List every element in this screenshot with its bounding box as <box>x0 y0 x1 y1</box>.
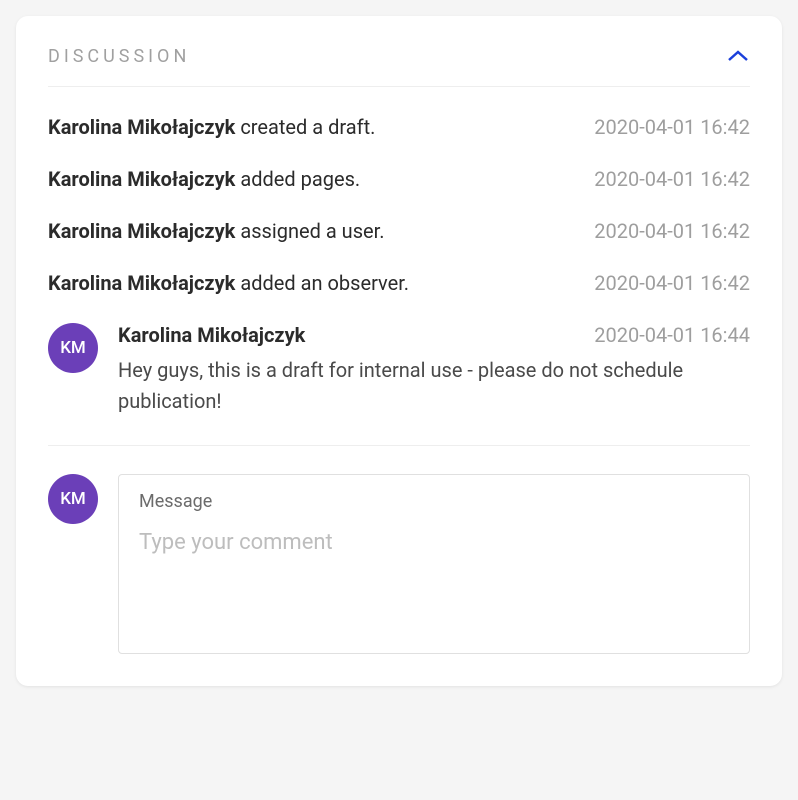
comment-body: Karolina Mikołajczyk 2020-04-01 16:44 He… <box>118 323 750 417</box>
discussion-card: DISCUSSION Karolina Mikołajczyk created … <box>16 16 782 686</box>
discussion-title: DISCUSSION <box>48 46 190 67</box>
comment-item: KM Karolina Mikołajczyk 2020-04-01 16:44… <box>48 323 750 417</box>
chevron-up-icon <box>727 49 749 63</box>
compose-box[interactable]: Message <box>118 474 750 654</box>
activity-action: added pages. <box>235 167 360 191</box>
activity-actor: Karolina Mikołajczyk <box>48 167 235 191</box>
activity-timestamp: 2020-04-01 16:42 <box>594 219 750 243</box>
activity-text: Karolina Mikołajczyk added an observer. <box>48 271 409 295</box>
compose-label: Message <box>139 491 729 512</box>
activity-timestamp: 2020-04-01 16:42 <box>594 167 750 191</box>
activity-actor: Karolina Mikołajczyk <box>48 271 235 295</box>
activity-actor: Karolina Mikołajczyk <box>48 219 235 243</box>
comment-timestamp: 2020-04-01 16:44 <box>594 323 750 347</box>
activity-actor: Karolina Mikołajczyk <box>48 115 235 139</box>
activity-action: created a draft. <box>235 115 375 139</box>
comment-input[interactable] <box>139 530 729 605</box>
avatar: KM <box>48 474 98 524</box>
activity-text: Karolina Mikołajczyk added pages. <box>48 167 360 191</box>
collapse-toggle[interactable] <box>726 44 750 68</box>
activity-item: Karolina Mikołajczyk created a draft. 20… <box>48 115 750 139</box>
divider <box>48 445 750 446</box>
compose-row: KM Message <box>48 474 750 654</box>
activity-action: assigned a user. <box>235 219 384 243</box>
activity-action: added an observer. <box>235 271 409 295</box>
activity-item: Karolina Mikołajczyk added an observer. … <box>48 271 750 295</box>
comment-text: Hey guys, this is a draft for internal u… <box>118 355 750 417</box>
activity-item: Karolina Mikołajczyk added pages. 2020-0… <box>48 167 750 191</box>
activity-item: Karolina Mikołajczyk assigned a user. 20… <box>48 219 750 243</box>
activity-list: Karolina Mikołajczyk created a draft. 20… <box>48 87 750 417</box>
avatar: KM <box>48 323 98 373</box>
discussion-header: DISCUSSION <box>48 44 750 87</box>
activity-timestamp: 2020-04-01 16:42 <box>594 271 750 295</box>
comment-header: Karolina Mikołajczyk 2020-04-01 16:44 <box>118 323 750 347</box>
comment-author: Karolina Mikołajczyk <box>118 323 305 347</box>
activity-text: Karolina Mikołajczyk assigned a user. <box>48 219 385 243</box>
activity-text: Karolina Mikołajczyk created a draft. <box>48 115 375 139</box>
activity-timestamp: 2020-04-01 16:42 <box>594 115 750 139</box>
